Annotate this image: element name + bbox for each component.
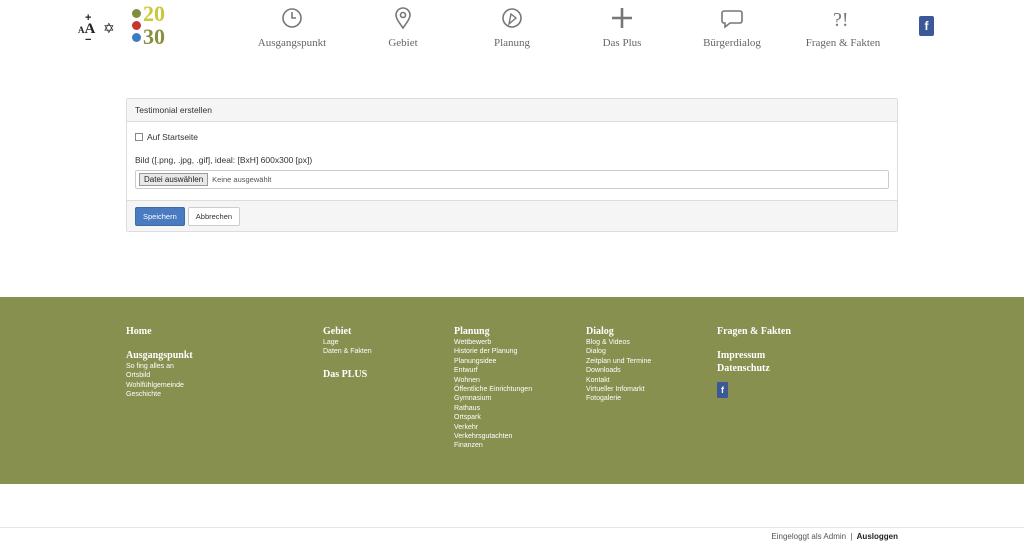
footer-link-ausgangspunkt[interactable]: Ausgangspunkt <box>126 349 193 362</box>
logo-year-top: 20 <box>143 1 165 26</box>
footer-link[interactable]: Verkehr <box>454 423 532 432</box>
nav-item-das-plus[interactable]: Das Plus <box>567 6 677 49</box>
panel-footer: Speichern Abbrechen <box>127 200 897 231</box>
separator: | <box>850 532 853 541</box>
logout-link[interactable]: Ausloggen <box>857 532 898 541</box>
map-pin-icon <box>395 7 411 30</box>
footer-link[interactable]: Kontakt <box>586 376 651 385</box>
site-logo[interactable]: 20 30 <box>132 1 176 50</box>
nav-label: Gebiet <box>388 37 418 49</box>
logo-dot-green <box>132 9 141 18</box>
footer-link-das-plus[interactable]: Das PLUS <box>323 368 372 381</box>
nav-label: Planung <box>493 37 531 49</box>
logo-dot-blue <box>132 33 141 42</box>
choose-file-button[interactable]: Datei auswählen <box>139 173 209 186</box>
footer-link[interactable]: Verkehrsgutachten <box>454 432 532 441</box>
footer-link[interactable]: Daten & Fakten <box>323 347 372 356</box>
startseite-checkbox-row[interactable]: Auf Startseite <box>135 132 889 142</box>
footer-link[interactable]: Zeitplan und Termine <box>586 357 651 366</box>
footer-link[interactable]: Gymnasium <box>454 394 532 403</box>
logo-dot-red <box>132 21 141 30</box>
facebook-icon[interactable]: f <box>717 382 728 398</box>
footer-link[interactable]: Wohnen <box>454 376 532 385</box>
site-header: + AA − ✡ 20 30 Ausgangspunkt Gebiet Plan… <box>0 0 1024 60</box>
contrast-toggle-icon[interactable]: ✡ <box>103 20 115 37</box>
footer-link[interactable]: Wettbewerb <box>454 338 532 347</box>
footer-col-planung: Planung Wettbewerb Historie der Planung … <box>454 325 532 451</box>
footer-link-planung[interactable]: Planung <box>454 325 532 338</box>
footer-link-impressum[interactable]: Impressum <box>717 349 791 362</box>
svg-text:?!: ?! <box>833 9 849 30</box>
question-exclamation-icon: ?! <box>833 9 849 30</box>
footer-col-fragen: Fragen & Fakten Impressum Datenschutz f <box>717 325 791 398</box>
nav-item-ausgangspunkt[interactable]: Ausgangspunkt <box>237 6 347 49</box>
save-button[interactable]: Speichern <box>135 207 185 226</box>
footer-link[interactable]: Ortsbild <box>126 371 193 380</box>
nav-label: Bürgerdialog <box>703 37 761 49</box>
testimonial-form-panel: Testimonial erstellen Auf Startseite Bil… <box>126 98 898 232</box>
nav-label: Das Plus <box>602 37 642 49</box>
logo-year-bottom: 30 <box>143 24 165 49</box>
footer-link[interactable]: Fotogalerie <box>586 394 651 403</box>
footer-link[interactable]: Lage <box>323 338 372 347</box>
login-info: Eingeloggt als Admin | Ausloggen <box>771 532 898 541</box>
footer-link[interactable]: Entwurf <box>454 366 532 375</box>
footer-link-datenschutz[interactable]: Datenschutz <box>717 362 791 375</box>
nav-label: Ausgangspunkt <box>257 37 327 49</box>
footer-link-home[interactable]: Home <box>126 325 193 338</box>
logged-in-text: Eingeloggt als Admin <box>771 532 847 541</box>
speech-bubble-icon <box>721 10 743 29</box>
nav-item-gebiet[interactable]: Gebiet <box>348 6 458 49</box>
footer-link[interactable]: Planungsidee <box>454 357 532 366</box>
image-field-label: Bild ([.png, .jpg, .gif], ideal: [BxH] 6… <box>135 155 313 165</box>
footer-link[interactable]: Historie der Planung <box>454 347 532 356</box>
compass-icon <box>502 8 522 28</box>
clock-icon <box>282 8 302 28</box>
footer-link[interactable]: Finanzen <box>454 441 532 450</box>
checkbox-label: Auf Startseite <box>147 132 199 142</box>
footer-link[interactable]: So fing alles an <box>126 362 193 371</box>
footer-link-gebiet[interactable]: Gebiet <box>323 325 372 338</box>
footer-link[interactable]: Blog & Videos <box>586 338 651 347</box>
footer-link[interactable]: Dialog <box>586 347 651 356</box>
footer-col-gebiet: Gebiet Lage Daten & Fakten Das PLUS <box>323 325 372 381</box>
accessibility-controls: + AA − ✡ <box>78 12 120 46</box>
nav-item-planung[interactable]: Planung <box>457 6 567 49</box>
nav-item-fragen-fakten[interactable]: ?! Fragen & Fakten <box>788 6 898 49</box>
cancel-button[interactable]: Abbrechen <box>187 207 241 226</box>
footer-link[interactable]: Ortspark <box>454 413 532 422</box>
footer-link[interactable]: Rathaus <box>454 404 532 413</box>
panel-body: Auf Startseite Bild ([.png, .jpg, .gif],… <box>127 122 897 202</box>
font-decrease-icon[interactable]: − <box>85 34 91 46</box>
startseite-checkbox[interactable] <box>135 133 143 141</box>
nav-item-buergerdialog[interactable]: Bürgerdialog <box>677 6 787 49</box>
footer-link[interactable]: Öffentliche Einrichtungen <box>454 385 532 394</box>
panel-title: Testimonial erstellen <box>127 99 897 122</box>
footer-col-dialog: Dialog Blog & Videos Dialog Zeitplan und… <box>586 325 651 404</box>
nav-label: Fragen & Fakten <box>805 37 881 49</box>
file-status-text: Keine ausgewählt <box>212 175 272 184</box>
admin-status-bar: Eingeloggt als Admin | Ausloggen <box>0 527 1024 545</box>
footer-link-fragen-fakten[interactable]: Fragen & Fakten <box>717 325 791 338</box>
footer-link[interactable]: Wohlfühlgemeinde <box>126 381 193 390</box>
footer-link[interactable]: Geschichte <box>126 390 193 399</box>
site-footer: Home Ausgangspunkt So fing alles an Orts… <box>0 297 1024 484</box>
facebook-icon[interactable]: f <box>919 16 934 36</box>
footer-link[interactable]: Downloads <box>586 366 651 375</box>
footer-link[interactable]: Virtueller Infomarkt <box>586 385 651 394</box>
footer-col-home: Home Ausgangspunkt So fing alles an Orts… <box>126 325 193 400</box>
footer-link-dialog[interactable]: Dialog <box>586 325 651 338</box>
image-file-input[interactable]: Datei auswählen Keine ausgewählt <box>135 170 889 189</box>
plus-icon <box>612 8 632 28</box>
